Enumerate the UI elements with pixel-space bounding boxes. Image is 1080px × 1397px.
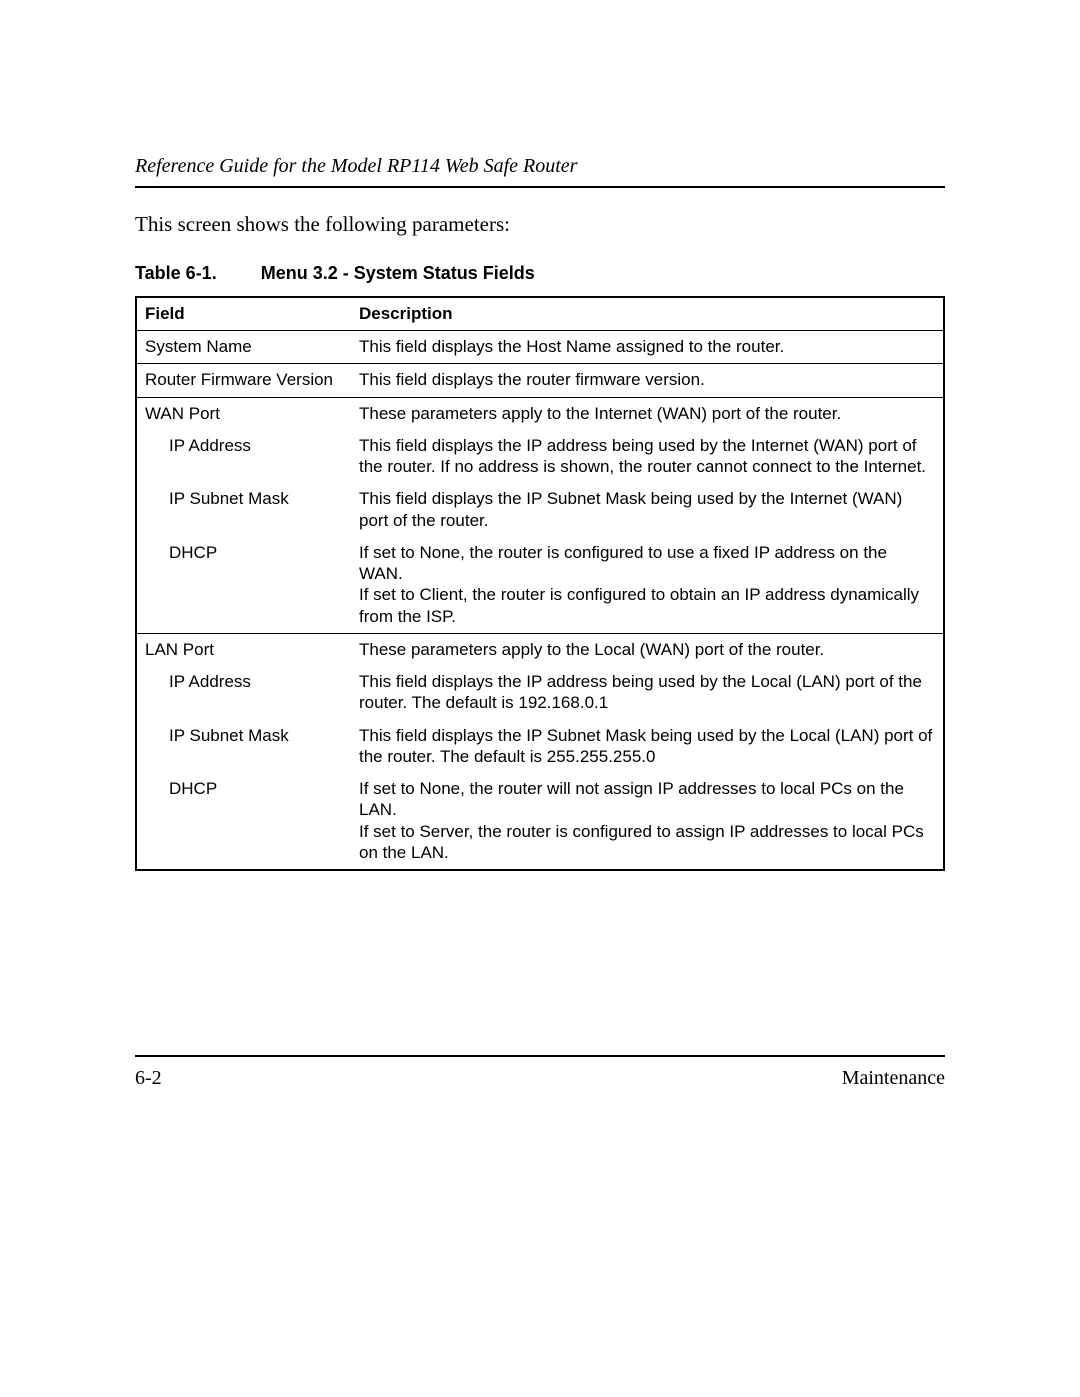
table-caption: Table 6-1. Menu 3.2 - System Status Field… — [135, 263, 945, 284]
header-rule — [135, 186, 945, 188]
col-header-description: Description — [351, 297, 944, 331]
table-row: DHCPIf set to None, the router is config… — [136, 537, 944, 634]
table-row: DHCPIf set to None, the router will not … — [136, 773, 944, 870]
field-name: DHCP — [136, 773, 351, 870]
intro-text: This screen shows the following paramete… — [135, 212, 945, 237]
field-name: IP Address — [136, 666, 351, 720]
field-description: This field displays the router firmware … — [351, 364, 944, 397]
col-header-field: Field — [136, 297, 351, 331]
table-row: Router Firmware VersionThis field displa… — [136, 364, 944, 397]
field-name: IP Subnet Mask — [136, 483, 351, 537]
page-number: 6-2 — [135, 1067, 162, 1090]
field-description: These parameters apply to the Local (WAN… — [351, 633, 944, 666]
table-row: IP Subnet MaskThis field displays the IP… — [136, 483, 944, 537]
page-header-title: Reference Guide for the Model RP114 Web … — [135, 155, 945, 178]
field-description: If set to None, the router is configured… — [351, 537, 944, 634]
field-name: LAN Port — [136, 633, 351, 666]
field-name: DHCP — [136, 537, 351, 634]
field-name: IP Subnet Mask — [136, 720, 351, 774]
table-row: IP Subnet MaskThis field displays the IP… — [136, 720, 944, 774]
footer-rule — [135, 1055, 945, 1057]
field-description: This field displays the IP Subnet Mask b… — [351, 483, 944, 537]
section-name: Maintenance — [842, 1067, 945, 1090]
document-page: Reference Guide for the Model RP114 Web … — [0, 0, 1080, 1397]
table-row: System NameThis field displays the Host … — [136, 331, 944, 364]
field-description: This field displays the IP address being… — [351, 666, 944, 720]
table-row: WAN PortThese parameters apply to the In… — [136, 397, 944, 430]
table-row: LAN PortThese parameters apply to the Lo… — [136, 633, 944, 666]
table-row: IP AddressThis field displays the IP add… — [136, 666, 944, 720]
table-caption-label: Table 6-1. — [135, 263, 217, 283]
field-name: System Name — [136, 331, 351, 364]
table-header-row: Field Description — [136, 297, 944, 331]
page-footer: 6-2 Maintenance — [135, 1055, 945, 1090]
field-name: Router Firmware Version — [136, 364, 351, 397]
field-description: This field displays the IP Subnet Mask b… — [351, 720, 944, 774]
fields-table: Field Description System NameThis field … — [135, 296, 945, 871]
table-caption-title: Menu 3.2 - System Status Fields — [261, 263, 535, 283]
field-description: If set to None, the router will not assi… — [351, 773, 944, 870]
field-name: IP Address — [136, 430, 351, 484]
field-description: This field displays the IP address being… — [351, 430, 944, 484]
field-description: These parameters apply to the Internet (… — [351, 397, 944, 430]
field-name: WAN Port — [136, 397, 351, 430]
table-row: IP AddressThis field displays the IP add… — [136, 430, 944, 484]
field-description: This field displays the Host Name assign… — [351, 331, 944, 364]
